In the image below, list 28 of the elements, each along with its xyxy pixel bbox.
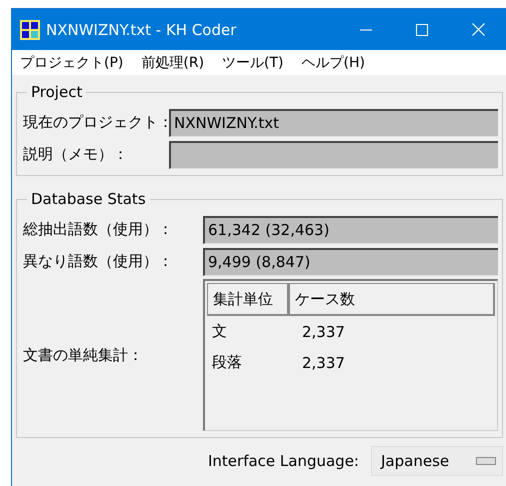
menu-item[interactable]: ヘルプ(H): [302, 54, 365, 72]
text-field[interactable]: NXNWIZNY.txt: [169, 108, 498, 136]
app-icon: [20, 20, 40, 40]
group-title: Database Stats: [30, 190, 147, 208]
text-field[interactable]: 61,342 (32,463): [203, 216, 498, 244]
table-cell-text: 2,337: [301, 322, 345, 340]
language-dropdown[interactable]: Japanese: [371, 446, 503, 476]
window-title: NXNWIZNY.txt - KH Coder: [46, 20, 238, 38]
text-field[interactable]: [169, 140, 498, 168]
text-field[interactable]: 9,499 (8,847): [203, 248, 498, 276]
table-cell-text: 2,337: [301, 354, 345, 372]
field-label: 異なり語数（使用）：: [23, 252, 174, 271]
column-header[interactable]: ケース数: [289, 283, 495, 316]
field-label: Interface Language:: [208, 452, 359, 470]
field-label: 説明（メモ）：: [23, 145, 129, 164]
menu-item[interactable]: 前処理(R): [141, 54, 204, 72]
field-label: 文書の単純集計：: [23, 346, 144, 364]
close-icon: [472, 23, 484, 36]
group-title: Project: [30, 83, 84, 101]
table-cell-text: 段落: [211, 353, 243, 372]
menu-item[interactable]: ツール(T): [222, 54, 284, 72]
minimize-icon: [360, 28, 372, 30]
maximize-icon: [416, 24, 428, 36]
field-label: 現在のプロジェクト：: [23, 113, 169, 132]
column-header[interactable]: 集計単位: [207, 283, 289, 316]
menu-item[interactable]: プロジェクト(P): [20, 54, 124, 72]
field-label: 総抽出語数（使用）：: [23, 220, 174, 239]
table-cell-text: 文: [211, 322, 228, 341]
